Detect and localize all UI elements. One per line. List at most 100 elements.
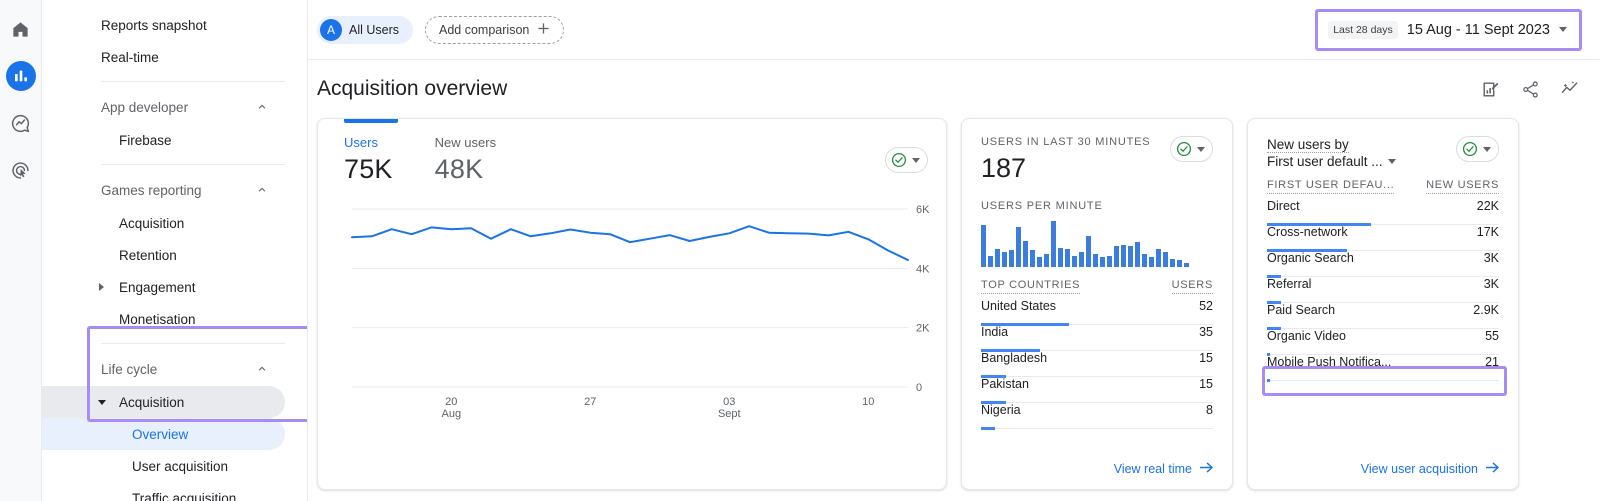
sidebar-item-label: Acquisition [119, 215, 185, 231]
metric-tab-new-users[interactable]: New users 48K [435, 135, 496, 185]
insights-icon[interactable] [1558, 77, 1582, 101]
advertising-icon[interactable] [6, 155, 36, 185]
all-users-chip[interactable]: A All Users [317, 15, 414, 44]
metric-label: Users [344, 135, 378, 150]
sparkline-bar [1072, 255, 1077, 267]
sidebar-item-firebase[interactable]: Firebase [42, 124, 285, 156]
sparkline-bar [995, 248, 1000, 267]
svg-text:20: 20 [445, 396, 457, 408]
sidebar-group-life-cycle[interactable]: Life cycle [42, 352, 285, 386]
sparkline-bar [1156, 248, 1161, 267]
metric-tab-users[interactable]: Users 75K [344, 119, 398, 185]
avatar: A [320, 18, 342, 41]
users-per-minute-sparkline [981, 219, 1213, 267]
sidebar-divider [101, 343, 285, 344]
table-row[interactable]: Referral 3K [1267, 277, 1499, 304]
view-real-time-link[interactable]: View real time [1114, 461, 1214, 477]
date-range-label: 15 Aug - 11 Sept 2023 [1406, 21, 1550, 38]
sparkline-bar [1107, 255, 1112, 267]
table-row[interactable]: India 35 [981, 325, 1213, 352]
table-row[interactable]: United States 52 [981, 299, 1213, 326]
sparkline-bar [1135, 241, 1140, 267]
table-row[interactable]: Mobile Push Notifica... 21 [1267, 355, 1499, 382]
sidebar-item-reports-snapshot[interactable]: Reports snapshot [42, 9, 285, 41]
row-label: Nigeria [981, 403, 1021, 417]
row-bar [981, 426, 995, 430]
sidebar-item-real-time[interactable]: Real-time [42, 41, 285, 73]
table-row[interactable]: Organic Video 55 [1267, 329, 1499, 356]
navigation-sidebar[interactable]: Reports snapshot Real-time App developer… [42, 0, 308, 501]
page-header: Acquisition overview [308, 60, 1600, 118]
table-rows: Direct 22K Cross-network 17K Organic Search 3… [1267, 199, 1499, 382]
date-range-selector[interactable]: Last 28 days 15 Aug - 11 Sept 2023 [1321, 14, 1576, 45]
sidebar-item-label: Monetisation [119, 311, 196, 327]
sidebar-group-app-developer[interactable]: App developer [42, 90, 285, 124]
new-users-status-control[interactable] [1456, 136, 1499, 162]
sparkline-bar [1002, 251, 1007, 267]
svg-text:6K: 6K [916, 204, 930, 216]
column-header-metric: USERS [1171, 279, 1213, 294]
triangle-down-icon[interactable] [98, 399, 106, 405]
active-tab-indicator [344, 119, 398, 123]
table-row[interactable]: Nigeria 8 [981, 403, 1213, 430]
sidebar-item-monetisation[interactable]: Monetisation [42, 303, 285, 335]
sidebar-item-engagement[interactable]: Engagement [42, 271, 285, 303]
row-label: Direct [1267, 199, 1300, 213]
triangle-right-icon[interactable] [99, 283, 104, 291]
svg-text:Aug: Aug [441, 408, 461, 420]
table-header: TOP COUNTRIES USERS [981, 279, 1213, 299]
sidebar-item-label: Overview [132, 426, 189, 442]
sidebar-item-traffic-acquisition[interactable]: Traffic acquisition [42, 482, 285, 501]
home-icon[interactable] [6, 14, 36, 44]
caret-down-icon [1387, 159, 1396, 164]
sparkline-bar [1051, 221, 1056, 267]
row-label: Paid Search [1267, 303, 1336, 317]
dimension-selector[interactable]: First user default ... [1267, 153, 1396, 170]
sidebar-item-overview[interactable]: Overview [42, 418, 285, 450]
caret-down-icon [1483, 146, 1491, 152]
new-users-header: New users by First user default ... [1248, 119, 1518, 170]
sidebar-group-games-reporting[interactable]: Games reporting [42, 173, 285, 207]
svg-text:2K: 2K [916, 323, 930, 335]
table-row[interactable]: Paid Search 2.9K [1267, 303, 1499, 330]
sparkline-bar [1079, 251, 1084, 267]
green-check-circle-icon [1176, 141, 1192, 157]
chevron-up-icon [257, 362, 267, 377]
sparkline-bar [1163, 251, 1168, 267]
row-value: 21 [1485, 355, 1499, 369]
sidebar-item-user-acquisition[interactable]: User acquisition [42, 450, 285, 482]
sidebar-item-acquisition[interactable]: Acquisition [42, 386, 285, 418]
column-header-metric: NEW USERS [1426, 179, 1499, 194]
arrow-right-icon [1199, 461, 1214, 477]
svg-text:Sept: Sept [718, 408, 741, 420]
sidebar-item-retention[interactable]: Retention [42, 239, 285, 271]
sparkline-bar [981, 225, 986, 267]
row-value: 55 [1485, 329, 1499, 343]
sidebar-item-label: Real-time [101, 49, 159, 65]
chevron-up-icon [257, 183, 267, 198]
table-header: FIRST USER DEFAU... NEW USERS [1267, 179, 1499, 199]
explore-icon[interactable] [6, 108, 36, 138]
sidebar-item-games-acquisition[interactable]: Acquisition [42, 207, 285, 239]
table-row[interactable]: Cross-network 17K [1267, 225, 1499, 252]
table-row[interactable]: Bangladesh 15 [981, 351, 1213, 378]
analytics-app: Reports snapshot Real-time App developer… [0, 0, 1600, 501]
sparkline-bar [1030, 250, 1035, 267]
chart-status-control[interactable] [885, 147, 928, 173]
reports-icon[interactable] [5, 61, 36, 91]
green-check-circle-icon [1462, 141, 1478, 157]
table-row[interactable]: Organic Search 3K [1267, 251, 1499, 278]
share-icon[interactable] [1518, 77, 1542, 101]
edit-report-icon[interactable] [1478, 77, 1502, 101]
view-user-acquisition-link[interactable]: View user acquisition [1361, 461, 1500, 477]
table-row[interactable]: Direct 22K [1267, 199, 1499, 226]
sparkline-label: USERS PER MINUTE [981, 200, 1103, 212]
users-chart-card: Users 75K New users 48K 02K 4K 6K 20 Aug… [317, 118, 947, 490]
row-value: 17K [1476, 225, 1499, 239]
table-row[interactable]: Pakistan 15 [981, 377, 1213, 404]
realtime-status-control[interactable] [1170, 136, 1213, 162]
sidebar-group-label: Games reporting [101, 182, 202, 198]
main-content: A All Users Add comparison Last 28 days … [308, 0, 1600, 501]
add-comparison-button[interactable]: Add comparison [425, 15, 565, 44]
sidebar-divider [101, 164, 285, 165]
